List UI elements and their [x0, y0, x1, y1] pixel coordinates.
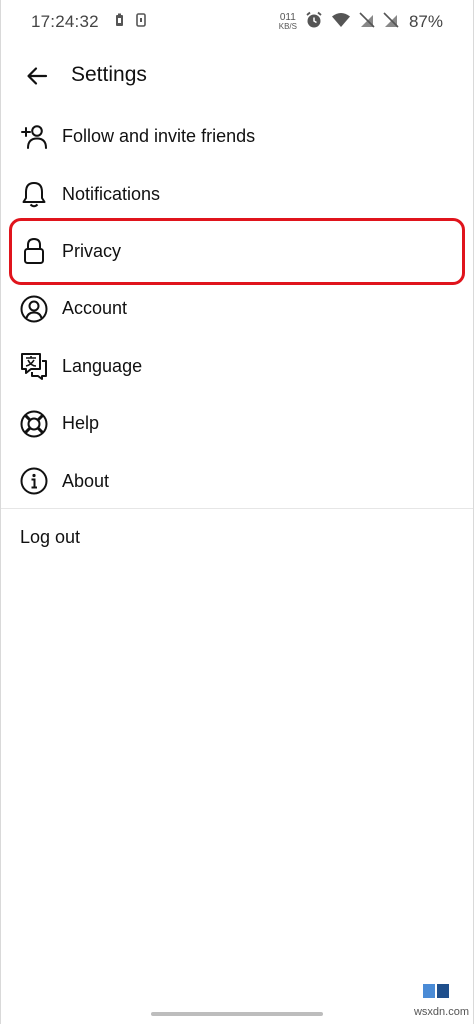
no-sim-icon-2	[383, 11, 399, 33]
menu-item-label: Notifications	[62, 183, 161, 204]
bell-icon	[19, 179, 49, 209]
menu-item-label: Follow and invite friends	[62, 126, 256, 147]
page-title: Settings	[71, 63, 147, 86]
battery-saver-icon	[115, 12, 124, 32]
lifebuoy-icon	[19, 409, 49, 439]
status-right-icons: 011 KB/S 87%	[279, 11, 443, 34]
settings-screen: 17:24:32 011 KB/S 87% Settings Follow an…	[0, 0, 474, 1024]
person-circle-icon	[19, 294, 49, 324]
lock-icon	[19, 236, 49, 266]
menu-item-label: Privacy	[62, 240, 122, 261]
menu-item-notifications[interactable]: Notifications	[1, 165, 473, 222]
header: Settings	[1, 52, 473, 100]
network-speed: 011 KB/S	[278, 12, 297, 31]
status-left-icons	[115, 12, 146, 32]
arrow-left-icon	[27, 67, 48, 85]
menu-item-label: Help	[62, 413, 100, 434]
menu-item-privacy[interactable]: Privacy	[1, 217, 473, 286]
menu-item-label: About	[62, 470, 110, 491]
phone-storage-icon	[135, 12, 146, 32]
watermark-logo-icon	[421, 982, 455, 1004]
language-icon	[19, 351, 49, 381]
menu-item-label: Account	[62, 298, 128, 319]
menu-item-language[interactable]: Language	[1, 338, 473, 395]
settings-menu: Follow and invite friends Notifications …	[1, 108, 473, 510]
logout-button[interactable]: Log out	[20, 527, 80, 548]
home-indicator[interactable]	[151, 1012, 323, 1016]
status-bar: 17:24:32 011 KB/S 87%	[1, 0, 473, 44]
back-button[interactable]	[23, 62, 51, 90]
info-icon	[19, 466, 49, 496]
menu-item-help[interactable]: Help	[1, 395, 473, 452]
status-time: 17:24:32	[31, 12, 99, 31]
wifi-icon	[331, 12, 351, 33]
battery-percent: 87%	[408, 12, 443, 31]
alarm-icon	[305, 11, 323, 34]
divider	[1, 508, 473, 509]
menu-item-label: Language	[62, 355, 143, 376]
menu-item-about[interactable]: About	[1, 452, 473, 509]
watermark-text: wsxdn.com	[413, 1006, 469, 1018]
menu-item-account[interactable]: Account	[1, 280, 473, 337]
add-person-icon	[19, 122, 49, 152]
no-sim-icon	[359, 11, 375, 33]
menu-item-follow-invite[interactable]: Follow and invite friends	[1, 108, 473, 165]
